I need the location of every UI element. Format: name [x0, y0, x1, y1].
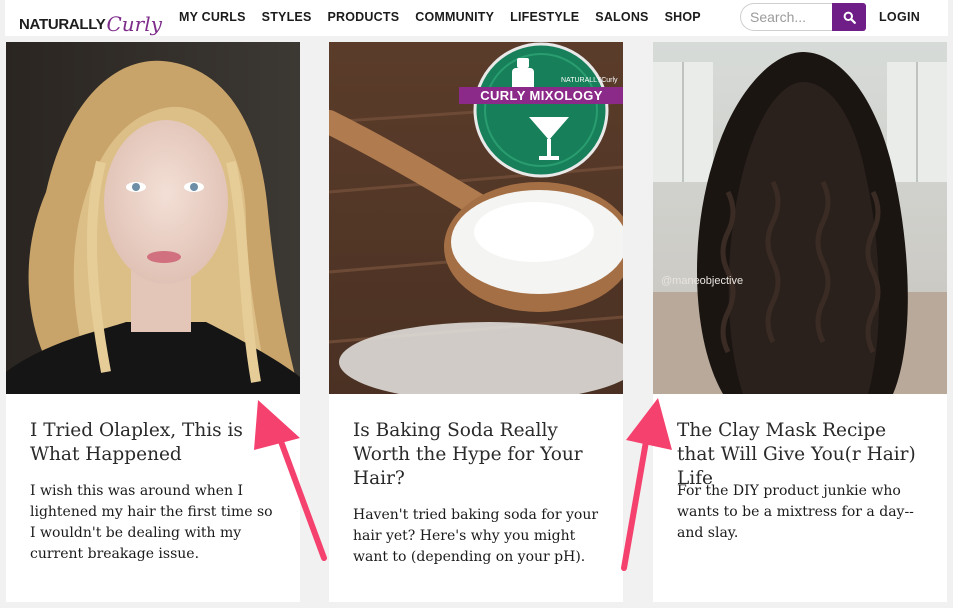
article-title[interactable]: Is Baking Soda Really Worth the Hype for…: [353, 419, 605, 491]
curly-mixology-badge: CURLY MIXOLOGY: [459, 87, 623, 104]
search-input[interactable]: [740, 3, 832, 31]
article-image-curly-hair-back[interactable]: @maneobjective: [653, 42, 947, 394]
nav-item-styles[interactable]: STYLES: [262, 10, 312, 24]
nav-item-products[interactable]: PRODUCTS: [327, 10, 399, 24]
badge-brand-text: NATURALLYCurly: [561, 77, 618, 84]
nav-item-lifestyle[interactable]: LIFESTYLE: [510, 10, 579, 24]
site-logo[interactable]: NATURALLY Curly: [19, 7, 162, 35]
logo-text-naturally: NATURALLY: [19, 16, 106, 33]
search-button[interactable]: [832, 3, 866, 31]
search-icon: [843, 11, 856, 24]
nav-item-community[interactable]: COMMUNITY: [415, 10, 494, 24]
login-link[interactable]: LOGIN: [879, 10, 920, 24]
article-excerpt: Haven't tried baking soda for your hair …: [353, 507, 599, 565]
logo-text-curly: Curly: [106, 12, 162, 36]
curly-hair-photo: [653, 42, 947, 394]
photo-watermark: @maneobjective: [661, 275, 744, 287]
article-image-baking-soda[interactable]: NATURALLYCurly CURLY MIXOLOGY: [329, 42, 623, 394]
article-card-baking-soda[interactable]: NATURALLYCurly CURLY MIXOLOGY Is Baking …: [329, 42, 623, 602]
article-excerpt: For the DIY product junkie who wants to …: [677, 483, 914, 541]
main-nav: MY CURLS STYLES PRODUCTS COMMUNITY LIFES…: [179, 10, 701, 24]
site-header: NATURALLY Curly MY CURLS STYLES PRODUCTS …: [5, 0, 948, 36]
nav-item-salons[interactable]: SALONS: [595, 10, 648, 24]
article-card-clay-mask[interactable]: @maneobjective The Clay Mask Recipe that…: [653, 42, 947, 602]
article-card-olaplex[interactable]: I Tried Olaplex, This is What Happened I…: [6, 42, 300, 602]
blonde-woman-photo: [6, 42, 300, 394]
article-image-blonde-woman[interactable]: [6, 42, 300, 394]
nav-item-shop[interactable]: SHOP: [665, 10, 701, 24]
article-excerpt: I wish this was around when I lightened …: [30, 483, 273, 562]
nav-item-my-curls[interactable]: MY CURLS: [179, 10, 246, 24]
article-title[interactable]: I Tried Olaplex, This is What Happened: [30, 419, 282, 467]
